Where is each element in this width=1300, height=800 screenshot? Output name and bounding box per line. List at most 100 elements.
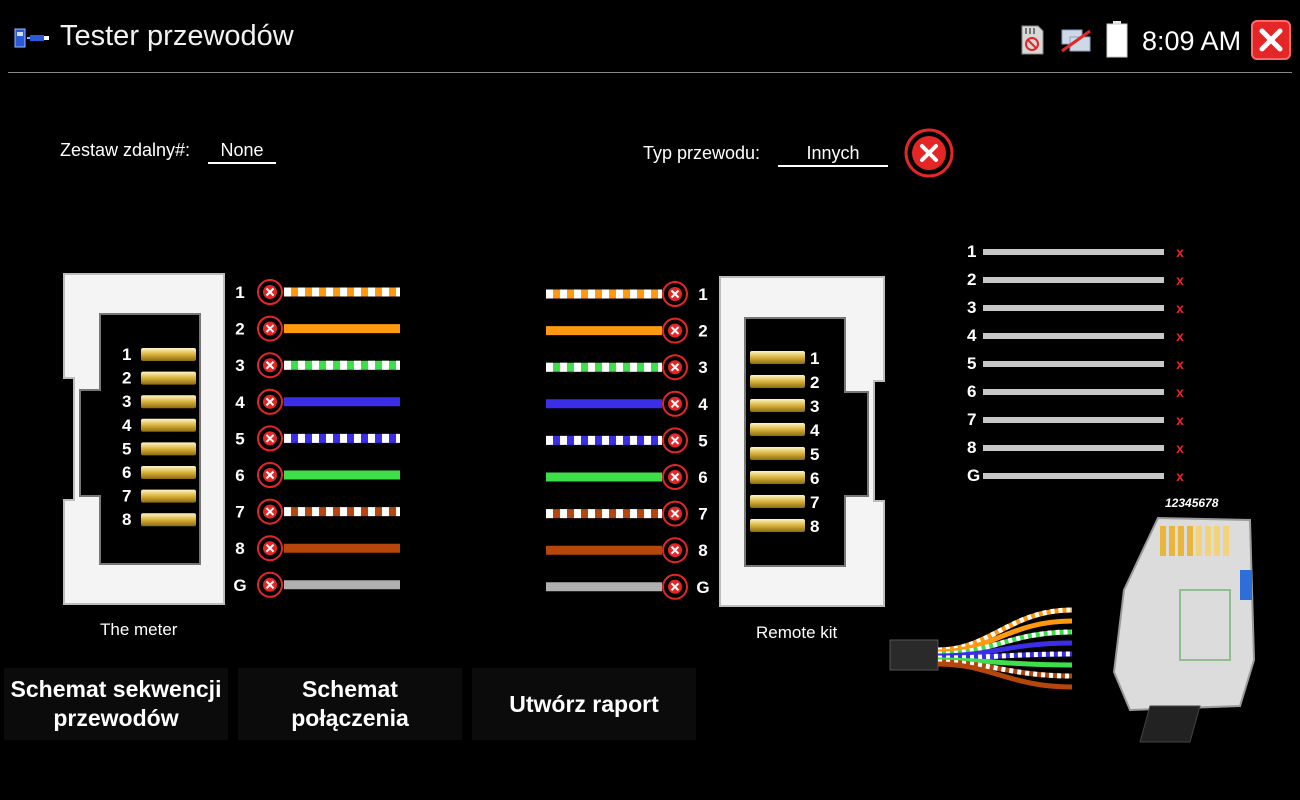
wire-sequence-label: Schemat sekwencji przewodów bbox=[11, 675, 222, 733]
meter-pin-number: 2 bbox=[122, 369, 131, 388]
remote-wire-number: 8 bbox=[698, 541, 707, 560]
remote-wire-number: 4 bbox=[698, 395, 708, 414]
meter-pin bbox=[141, 348, 196, 361]
remote-wire-fail-icon bbox=[662, 354, 688, 381]
meter-wire-fail-icon bbox=[257, 462, 283, 488]
wire-sequence-label-line2: przewodów bbox=[53, 705, 179, 731]
result-row-fail-mark: x bbox=[1176, 412, 1184, 428]
remote-pin-number: 5 bbox=[810, 445, 819, 464]
remote-pin bbox=[750, 471, 805, 484]
result-row-number: G bbox=[967, 466, 980, 485]
meter-wire-number: G bbox=[233, 576, 246, 595]
result-row-bar bbox=[983, 305, 1164, 311]
result-row-bar bbox=[983, 445, 1164, 451]
result-row-fail-mark: x bbox=[1176, 300, 1184, 316]
result-row-bar bbox=[983, 249, 1164, 255]
meter-wire-number: 6 bbox=[235, 466, 244, 485]
remote-pin bbox=[750, 495, 805, 508]
meter-wire-number: 7 bbox=[235, 503, 244, 522]
result-row-bar bbox=[983, 333, 1164, 339]
result-row-fail-mark: x bbox=[1176, 356, 1184, 372]
remote-wire-number: 5 bbox=[698, 431, 707, 450]
meter-wire-fail-icon bbox=[257, 315, 283, 342]
remote-wire-number: 1 bbox=[698, 285, 707, 304]
plug-contact bbox=[1205, 526, 1211, 556]
connection-diagram-button[interactable]: Schemat połączenia bbox=[238, 668, 462, 740]
meter-connector bbox=[63, 273, 225, 605]
result-row-bar bbox=[983, 473, 1164, 479]
meter-pin bbox=[141, 466, 196, 479]
remote-kit-caption: Remote kit bbox=[756, 623, 838, 642]
remote-wire-fail-icon bbox=[662, 537, 688, 564]
plug-contact bbox=[1178, 526, 1184, 556]
meter-wire-number: 1 bbox=[235, 283, 244, 302]
result-row-number: 8 bbox=[967, 438, 976, 457]
remote-pin-number: 7 bbox=[810, 493, 819, 512]
remote-pin bbox=[750, 351, 805, 364]
meter-wire-fail-icon bbox=[257, 352, 283, 379]
meter-wire-fail-icon bbox=[257, 388, 283, 415]
remote-wire-fail-icon bbox=[662, 500, 688, 527]
result-row-fail-mark: x bbox=[1176, 440, 1184, 456]
result-row-number: 3 bbox=[967, 298, 976, 317]
remote-pin-number: 6 bbox=[810, 469, 819, 488]
meter-wire-fail-icon bbox=[257, 425, 283, 452]
result-row-number: 7 bbox=[967, 410, 976, 429]
meter-pin bbox=[141, 513, 196, 527]
meter-wire-number: 4 bbox=[235, 393, 245, 412]
meter-pin-number: 4 bbox=[122, 416, 132, 435]
plug-contact bbox=[1223, 526, 1229, 556]
connection-label-line1: Schemat bbox=[302, 676, 398, 702]
remote-pin-number: 2 bbox=[810, 373, 819, 392]
result-row-number: 1 bbox=[967, 242, 976, 261]
meter-wire-fail-icon bbox=[257, 498, 283, 525]
plug-clip bbox=[1240, 570, 1252, 600]
remote-pin bbox=[750, 423, 805, 436]
result-row-fail-mark: x bbox=[1176, 468, 1184, 484]
plug-contact bbox=[1160, 526, 1166, 556]
remote-pin bbox=[750, 375, 805, 388]
remote-wire-fail-icon bbox=[662, 390, 688, 417]
result-row-number: 6 bbox=[967, 382, 976, 401]
meter-pin-number: 8 bbox=[122, 510, 131, 529]
create-report-button[interactable]: Utwórz raport bbox=[472, 668, 696, 740]
plug-contact bbox=[1169, 526, 1175, 556]
result-row-number: 5 bbox=[967, 354, 976, 373]
plug-contact bbox=[1196, 526, 1202, 556]
meter-pin-number: 3 bbox=[122, 392, 131, 411]
plug-pin-order-label: 12345678 bbox=[1165, 496, 1219, 510]
remote-wire-fail-icon bbox=[662, 427, 688, 454]
remote-wire-number: 3 bbox=[698, 358, 707, 377]
meter-pin-number: 1 bbox=[122, 345, 131, 364]
connection-label: Schemat połączenia bbox=[291, 675, 409, 733]
remote-wire-number: 7 bbox=[698, 505, 707, 524]
wire-sequence-diagram-button[interactable]: Schemat sekwencji przewodów bbox=[4, 668, 228, 740]
result-row-bar bbox=[983, 389, 1164, 395]
remote-connector bbox=[719, 276, 885, 607]
result-row-fail-mark: x bbox=[1176, 384, 1184, 400]
meter-wire-number: 5 bbox=[235, 429, 244, 448]
remote-pin-number: 1 bbox=[810, 349, 819, 368]
result-row-number: 2 bbox=[967, 270, 976, 289]
meter-wire-fail-icon bbox=[257, 279, 283, 305]
result-row-fail-mark: x bbox=[1176, 244, 1184, 260]
remote-wire-number: 2 bbox=[698, 322, 707, 341]
result-row-bar bbox=[983, 417, 1164, 423]
meter-pin bbox=[141, 371, 196, 385]
remote-wire-number: 6 bbox=[698, 468, 707, 487]
remote-pin bbox=[750, 447, 805, 460]
rj45-plug-icon bbox=[1112, 516, 1256, 743]
meter-pin-number: 5 bbox=[122, 439, 131, 458]
remote-pin-number: 4 bbox=[810, 421, 820, 440]
remote-wire-fail-icon bbox=[662, 573, 688, 600]
meter-pin bbox=[141, 395, 196, 409]
cable-bundle-icon bbox=[889, 607, 1073, 690]
meter-pin-number: 7 bbox=[122, 487, 131, 506]
result-row-bar bbox=[983, 277, 1164, 283]
meter-wire-fail-icon bbox=[257, 571, 283, 598]
wire-sequence-label-line1: Schemat sekwencji bbox=[10, 676, 222, 702]
result-row-fail-mark: x bbox=[1176, 272, 1184, 288]
remote-pin bbox=[750, 399, 805, 412]
connection-label-line2: połączenia bbox=[291, 705, 409, 731]
meter-wire-number: 2 bbox=[235, 320, 244, 339]
